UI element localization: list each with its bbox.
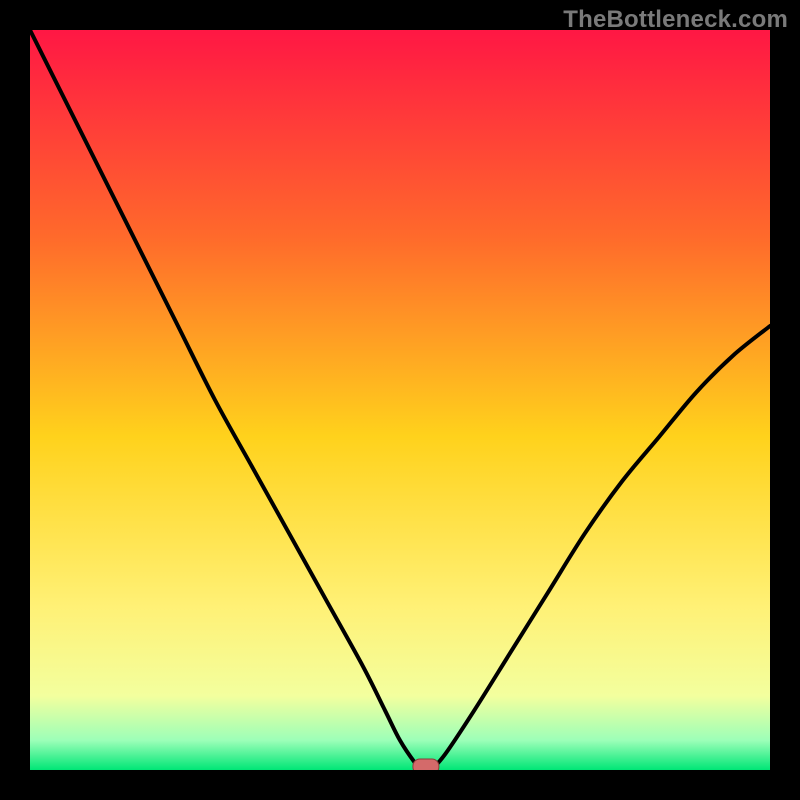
bottleneck-plot xyxy=(30,30,770,770)
watermark-label: TheBottleneck.com xyxy=(563,6,788,34)
chart-frame: TheBottleneck.com xyxy=(0,0,800,800)
gradient-background xyxy=(30,30,770,770)
plot-area xyxy=(30,30,770,770)
optimal-marker xyxy=(413,759,439,770)
